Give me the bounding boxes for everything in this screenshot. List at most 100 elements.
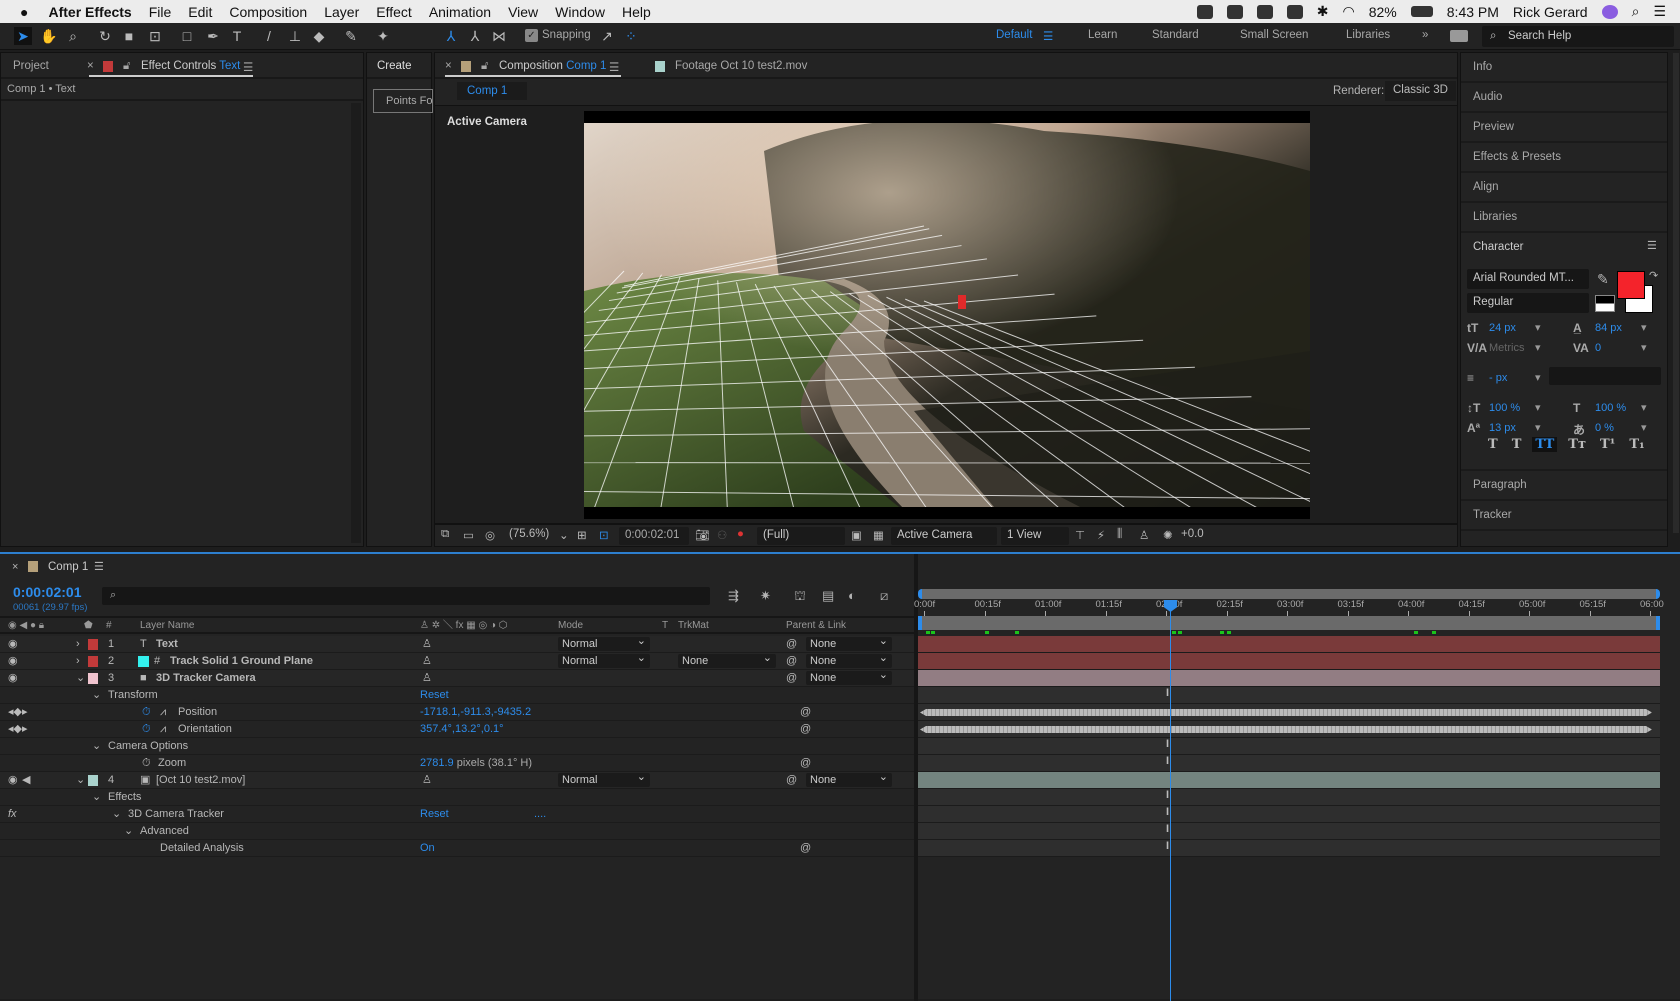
font-style-dropdown[interactable]: Regular <box>1467 293 1589 313</box>
timeline-row-group[interactable]: ⌄ Camera Options <box>0 738 914 755</box>
timeline-row-layer[interactable]: ◉ › 2 # Track Solid 1 Ground Plane ♙ Normal Non… <box>0 651 914 670</box>
property-value[interactable]: 357.4°,13.2°,0.1° <box>420 721 504 737</box>
fast-previews-icon[interactable]: ▣ <box>851 528 862 542</box>
menu-edit[interactable]: Edit <box>188 4 212 20</box>
shy-switch-icon[interactable]: ♙ <box>422 653 432 669</box>
selection-tool-icon[interactable]: ➤ <box>14 27 32 45</box>
exposure-value[interactable]: +0.0 <box>1181 528 1204 540</box>
leading-field[interactable]: 84 px <box>1595 322 1622 334</box>
visibility-eye-icon[interactable]: ◉ <box>8 653 18 669</box>
clock[interactable]: 8:43 PM <box>1447 4 1499 20</box>
rotate-tool-icon[interactable]: ↻ <box>96 27 114 45</box>
current-time-field[interactable]: 0:00:02:01 <box>619 527 689 545</box>
layer-duration-bar[interactable] <box>918 636 1660 653</box>
panel-menu-icon[interactable]: ☰ <box>243 60 253 74</box>
graph-icon[interactable]: ⩘ <box>160 704 166 720</box>
menu-file[interactable]: File <box>149 4 172 20</box>
pickwhip-icon[interactable]: @ <box>800 704 811 720</box>
layer-name[interactable]: 3D Tracker Camera <box>156 670 256 686</box>
world-axis-icon[interactable]: ⅄ <box>466 27 484 45</box>
chevron-down-icon[interactable]: ⌄ <box>559 528 569 542</box>
layer-name[interactable]: Text <box>156 636 178 652</box>
type-tool-icon[interactable]: T <box>228 27 246 45</box>
creative-cloud-icon[interactable] <box>1226 4 1243 19</box>
column-trkmat[interactable]: TrkMat <box>678 618 709 633</box>
menu-animation[interactable]: Animation <box>429 4 491 20</box>
mode-dropdown[interactable]: Normal <box>558 651 650 668</box>
shy-switch-icon[interactable]: ♙ <box>422 636 432 652</box>
property-value[interactable]: Reset <box>420 806 449 822</box>
notification-center-icon[interactable]: ☰ <box>1653 3 1666 20</box>
tracking-field[interactable]: 0 <box>1595 342 1601 354</box>
horizontal-scale-field[interactable]: 100 % <box>1595 402 1626 414</box>
timeline-tab[interactable]: Comp 1 <box>48 561 88 573</box>
zoom-tool-icon[interactable]: ⌕ <box>64 27 82 45</box>
chevron-down-icon[interactable]: ⌄ <box>76 670 85 686</box>
chevron-down-icon[interactable]: ⌄ <box>76 772 85 788</box>
tsume-field[interactable]: 0 % <box>1595 422 1614 434</box>
tab-composition[interactable]: Composition Comp 1 <box>499 60 606 72</box>
pickwhip-icon[interactable]: @ <box>800 840 811 856</box>
apple-menu-icon[interactable]: ● <box>20 4 28 20</box>
flowchart-icon[interactable]: ♙ <box>1139 528 1149 542</box>
pickwhip-icon[interactable]: @ <box>786 670 797 686</box>
reset-exposure-icon[interactable]: ✺ <box>1163 528 1173 542</box>
chevron-down-icon[interactable]: ⌄ <box>92 789 101 805</box>
kerning-field[interactable]: Metrics <box>1489 342 1524 354</box>
panel-info[interactable]: Info <box>1461 53 1667 83</box>
eraser-tool-icon[interactable]: ◆ <box>310 27 328 45</box>
hand-tool-icon[interactable]: ✋ <box>40 27 58 45</box>
pen-tool-icon[interactable]: ✒ <box>204 27 222 45</box>
playhead[interactable] <box>1163 600 1177 1001</box>
panel-scrollbar[interactable] <box>351 103 361 543</box>
menu-effect[interactable]: Effect <box>376 4 412 20</box>
chevron-down-icon[interactable]: ▾ <box>1641 341 1647 354</box>
panel-effects-presets[interactable]: Effects & Presets <box>1461 143 1667 173</box>
view-axis-icon[interactable]: ⋈ <box>490 27 508 45</box>
chevron-down-icon[interactable]: ⌄ <box>92 687 101 703</box>
text-style-button[interactable]: T¹ <box>1597 437 1618 452</box>
chevron-down-icon[interactable]: ▾ <box>1535 341 1541 354</box>
workspace-small-screen[interactable]: Small Screen <box>1240 29 1308 41</box>
keyframe-navigator[interactable]: ◂◆▸ <box>8 704 28 720</box>
snap-option-icon[interactable]: ↗ <box>598 27 616 45</box>
chevron-down-icon[interactable]: ▾ <box>1535 421 1541 434</box>
composition-mini-flowchart-icon[interactable]: ⇶ <box>728 588 739 604</box>
timeline-row-group[interactable]: ⌄ Effects <box>0 789 914 806</box>
effect-options-link[interactable]: .... <box>534 806 546 822</box>
column-parent[interactable]: Parent & Link <box>786 618 846 633</box>
timeline-row-group[interactable]: ⌄ Advanced <box>0 823 914 840</box>
mode-dropdown[interactable]: Normal <box>558 770 650 787</box>
work-area-bar[interactable] <box>918 589 1660 599</box>
parent-dropdown[interactable]: None <box>806 651 892 668</box>
motion-blur-icon[interactable]: ◐ <box>848 588 856 603</box>
timeline-row-layer[interactable]: ◉ ⌄ 3 ■ 3D Tracker Camera ♙ @ None <box>0 668 914 687</box>
chevron-down-icon[interactable]: ▾ <box>1535 371 1541 384</box>
graph-icon[interactable]: ⩘ <box>160 721 166 737</box>
text-style-button[interactable]: TT <box>1532 437 1558 452</box>
search-help-input[interactable]: ⌕ Search Help <box>1482 26 1674 47</box>
chevron-right-icon[interactable]: › <box>76 653 80 669</box>
menu-layer[interactable]: Layer <box>324 4 359 20</box>
layer-search-input[interactable]: ⌕ <box>102 587 710 605</box>
panel-audio[interactable]: Audio <box>1461 83 1667 113</box>
visibility-eye-icon[interactable]: ◉ <box>8 772 18 788</box>
column-mode[interactable]: Mode <box>558 618 583 633</box>
font-size-field[interactable]: 24 px <box>1489 322 1516 334</box>
property-value[interactable]: -1718.1,-911.3,-9435.2 <box>420 704 531 720</box>
visibility-eye-icon[interactable]: ◉ <box>8 636 18 652</box>
property-value[interactable]: Reset <box>420 687 449 703</box>
workspace-layout-icon[interactable] <box>1450 30 1468 42</box>
keyframe-strip[interactable] <box>920 726 1652 733</box>
time-machine-icon[interactable] <box>1256 4 1273 19</box>
workspace-default[interactable]: Default <box>996 29 1032 41</box>
siri-icon[interactable] <box>1601 4 1618 19</box>
monitor-icon[interactable]: ▭ <box>463 528 474 542</box>
panel-libraries[interactable]: Libraries <box>1461 203 1667 233</box>
color-channels-icon[interactable]: ● <box>737 528 744 540</box>
swap-colors-icon[interactable]: ↷ <box>1649 269 1658 282</box>
clone-stamp-tool-icon[interactable]: ⊥ <box>286 27 304 45</box>
timeline-row-group[interactable]: ⌄ Transform Reset <box>0 687 914 704</box>
close-tab-icon[interactable]: × <box>445 60 452 72</box>
panel-tracker[interactable]: Tracker <box>1461 501 1667 531</box>
